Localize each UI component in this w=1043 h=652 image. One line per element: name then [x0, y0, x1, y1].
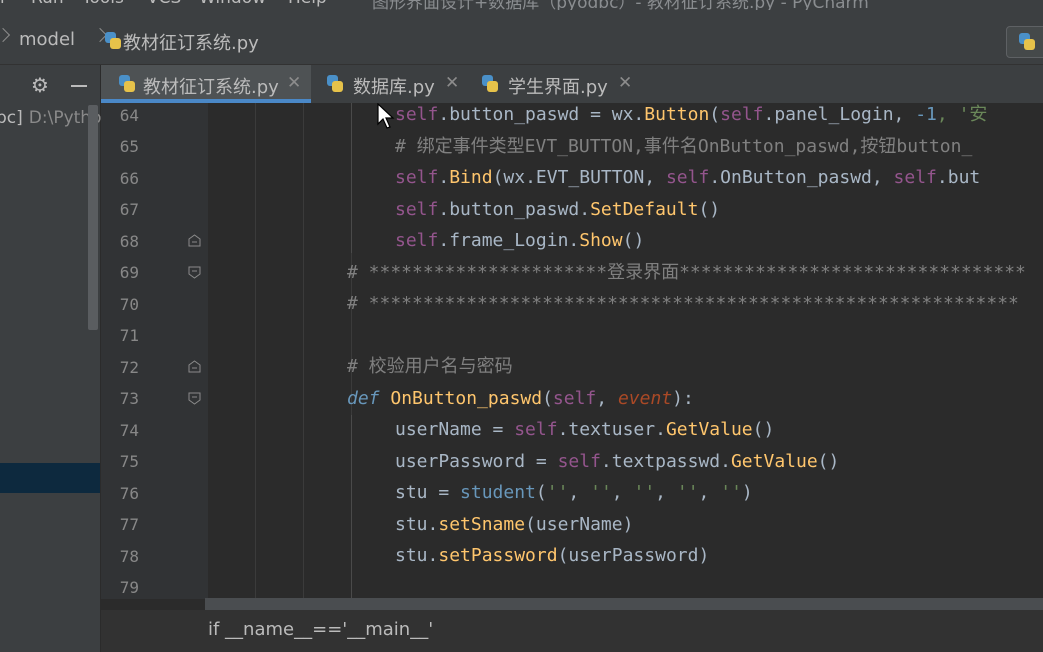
- line-number: 67: [119, 200, 139, 219]
- menu-bar: r Run Tools VCS Window Help 图形界面设计+数据库（p…: [0, 0, 1043, 13]
- indent-guide: [303, 103, 304, 599]
- line-number: 73: [119, 389, 139, 408]
- code-line-70: # **************************************…: [347, 293, 1019, 314]
- python-run-config-button[interactable]: [1006, 26, 1043, 58]
- code-line-73: def OnButton_paswd(self, event):: [347, 388, 694, 409]
- line-gutter: 64 65 66 67 68 69 70 71 72 73 74 75 76 7…: [101, 103, 208, 599]
- python-icon: [1019, 33, 1035, 51]
- project-panel: ⚙ bc] D:\Pytho: [0, 65, 101, 652]
- navigation-bar: model 教材征订系统.py: [0, 10, 1043, 65]
- line-number: 66: [119, 169, 139, 188]
- line-number: 78: [119, 547, 139, 566]
- line-number: 72: [119, 358, 139, 377]
- menu-item-tools[interactable]: Tools: [82, 0, 124, 8]
- menu-item-help[interactable]: Help: [288, 0, 327, 8]
- code-line-67: self.button_paswd.SetDefault(): [395, 199, 721, 220]
- project-scrollbar[interactable]: [88, 105, 98, 330]
- tab-shujuku[interactable]: 数据库.py ✕: [311, 65, 466, 103]
- line-number: 74: [119, 421, 139, 440]
- python-file-icon: [327, 75, 343, 93]
- fold-start-icon[interactable]: [188, 392, 201, 405]
- python-file-icon: [105, 32, 121, 50]
- line-number: 75: [119, 452, 139, 471]
- tab-xuesheng[interactable]: 学生界面.py ✕: [466, 65, 641, 103]
- code-line-66: self.Bind(wx.EVT_BUTTON, self.OnButton_p…: [395, 167, 981, 188]
- tab-label: 数据库.py: [353, 77, 435, 98]
- code-line-77: stu.setSname(userName): [395, 514, 634, 535]
- line-number: 77: [119, 515, 139, 534]
- line-number: 69: [119, 263, 139, 282]
- line-number: 70: [119, 295, 139, 314]
- close-icon[interactable]: ✕: [445, 73, 459, 93]
- line-number: 71: [119, 326, 139, 345]
- code-line-65: # 绑定事件类型EVT_BUTTON,事件名OnButton_paswd,按钮b…: [395, 136, 973, 157]
- chevron-right-icon: [0, 27, 11, 43]
- breadcrumb-model[interactable]: model: [19, 29, 75, 50]
- fold-end-icon[interactable]: [188, 360, 201, 373]
- indent-guide-active: [351, 103, 352, 253]
- code-line-78: stu.setPassword(userPassword): [395, 545, 710, 566]
- close-icon[interactable]: ✕: [618, 73, 632, 93]
- line-number: 64: [119, 106, 139, 125]
- close-icon[interactable]: ✕: [287, 73, 301, 93]
- menu-item-vcs[interactable]: VCS: [147, 0, 181, 8]
- code-line-74: userName = self.textuser.GetValue(): [395, 419, 775, 440]
- gear-icon[interactable]: ⚙: [31, 73, 49, 97]
- indent-guide: [255, 103, 256, 599]
- mouse-cursor-icon: [377, 103, 395, 129]
- tab-label: 学生界面.py: [508, 77, 608, 98]
- breadcrumb-file[interactable]: 教材征订系统.py: [123, 29, 259, 55]
- line-number: 65: [119, 137, 139, 156]
- code-line-72: # 校验用户名与密码: [347, 356, 513, 377]
- project-root-name: bc]: [0, 108, 23, 128]
- fold-end-icon[interactable]: [188, 234, 201, 247]
- breadcrumb-scope[interactable]: if __name__=='__main__': [208, 619, 433, 640]
- line-number: 68: [119, 232, 139, 251]
- editor-tab-bar: 教材征订系统.py ✕ 数据库.py ✕ 学生界面.py ✕: [101, 65, 1043, 104]
- code-line-76: stu = student('', '', '', '', ''): [395, 482, 753, 503]
- python-file-icon: [482, 75, 498, 93]
- tab-jiaocai[interactable]: 教材征订系统.py ✕: [101, 65, 311, 103]
- fold-start-icon[interactable]: [188, 266, 201, 279]
- code-line-69: # **********************登录界面************…: [347, 262, 1026, 283]
- code-line-64: self.button_paswd = wx.Button(self.panel…: [395, 104, 988, 125]
- project-root-node[interactable]: bc] D:\Pytho: [0, 108, 101, 128]
- menu-item-r[interactable]: r: [0, 0, 7, 8]
- code-line-68: self.frame_Login.Show(): [395, 230, 645, 251]
- code-line-75: userPassword = self.textpasswd.GetValue(…: [395, 451, 840, 472]
- indent-guide-active: [351, 415, 352, 599]
- python-file-icon: [119, 75, 135, 93]
- menu-item-window[interactable]: Window: [199, 0, 266, 8]
- menu-item-run[interactable]: Run: [31, 0, 64, 8]
- tab-label: 教材征订系统.py: [143, 77, 279, 98]
- code-editor[interactable]: 64 65 66 67 68 69 70 71 72 73 74 75 76 7…: [101, 103, 1043, 599]
- line-number: 76: [119, 484, 139, 503]
- line-number: 79: [119, 578, 139, 597]
- selected-tree-row[interactable]: [0, 463, 100, 493]
- horizontal-scrollbar[interactable]: [205, 598, 1043, 610]
- hide-panel-icon[interactable]: [71, 85, 87, 87]
- editor-breadcrumb-bar: if __name__=='__main__': [101, 610, 1043, 652]
